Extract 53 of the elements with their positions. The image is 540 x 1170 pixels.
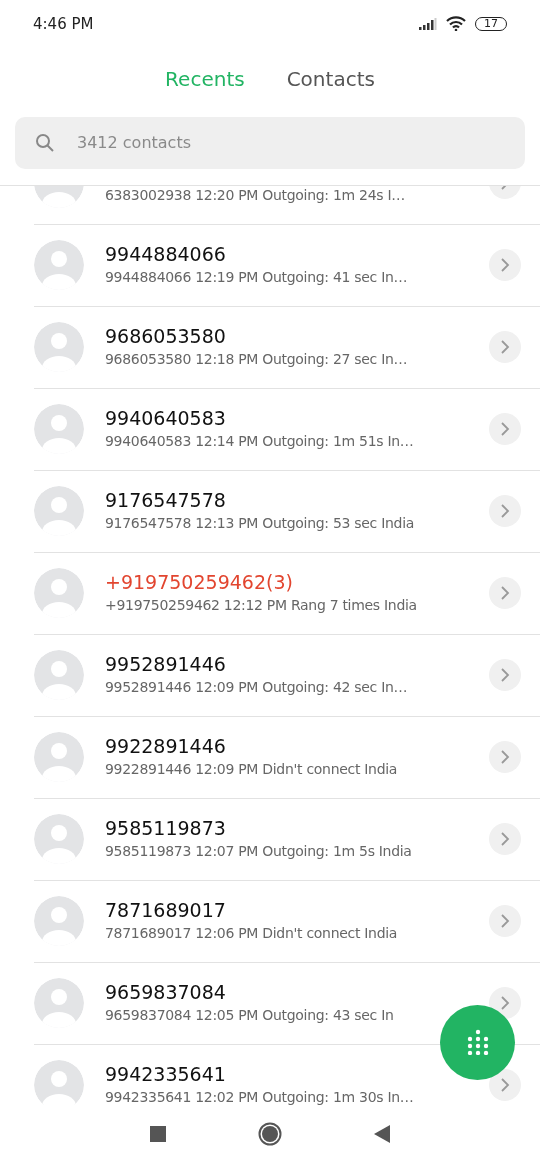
recents-nav-icon[interactable] [150,1125,166,1142]
call-details: +919750259462 12:12 PM Rang 7 times India [105,596,418,616]
tab[interactable]: Contacts [286,66,375,91]
wifi-icon [446,16,466,32]
details-button[interactable] [489,413,521,446]
caller-number: 9922891446 [105,734,227,759]
call-details: 9944884066 12:19 PM Outgoing: 41 sec In… [105,268,409,288]
avatar-icon [34,896,84,947]
home-nav-icon[interactable] [258,1121,282,1146]
call-details: 9585119873 12:07 PM Outgoing: 1m 5s India [105,842,413,862]
call-details: 9686053580 12:18 PM Outgoing: 27 sec In… [105,350,409,370]
signal-icon [419,17,437,30]
caller-number: 9944884066 [105,242,227,267]
details-button[interactable] [489,905,521,938]
avatar-icon [34,486,84,537]
avatar-icon [34,1060,84,1106]
search-field[interactable]: 3412 contacts [15,116,525,169]
details-button[interactable] [489,741,521,774]
avatar-icon [34,322,84,373]
details-button[interactable] [489,331,521,364]
caller-number: 9686053580 [105,324,227,349]
call-details: 9942335641 12:02 PM Outgoing: 1m 30s In… [105,1088,415,1106]
call-details: 7871689017 12:06 PM Didn't connect India [105,924,399,944]
call-details: 9176547578 12:13 PM Outgoing: 53 sec India [105,514,416,534]
caller-number: +919750259462(3) [105,570,294,595]
avatar-icon [34,732,84,783]
call-details: 9952891446 12:09 PM Outgoing: 42 sec In… [105,678,409,698]
details-button[interactable] [489,659,521,692]
status-time: 4:46 PM [33,14,94,33]
avatar-icon [34,650,84,701]
details-button[interactable] [489,249,521,282]
call-details: 6383002938 12:20 PM Outgoing: 1m 24s I… [105,185,406,205]
caller-number: 7871689017 [105,898,227,923]
call-details: 9940640583 12:14 PM Outgoing: 1m 51s In… [105,432,415,452]
caller-number: 9585119873 [105,816,227,841]
avatar-icon [34,404,84,455]
caller-number: 9942335641 [105,1062,227,1087]
details-button[interactable] [489,495,521,528]
avatar-icon [34,240,84,291]
avatar-icon [34,978,84,1029]
dialpad-icon [465,1029,490,1056]
caller-number: 9940640583 [105,406,227,431]
details-button[interactable] [489,823,521,856]
call-details: 9922891446 12:09 PM Didn't connect India [105,760,399,780]
avatar-icon [34,568,84,619]
avatar-icon [34,814,84,865]
back-nav-icon[interactable] [374,1124,390,1143]
call-details: 9659837084 12:05 PM Outgoing: 43 sec In [105,1006,395,1026]
caller-number: 9659837084 [105,980,227,1005]
caller-number: 9952891446 [105,652,227,677]
caller-number: 9176547578 [105,488,227,513]
details-button[interactable] [489,1069,521,1102]
details-button[interactable] [489,577,521,610]
